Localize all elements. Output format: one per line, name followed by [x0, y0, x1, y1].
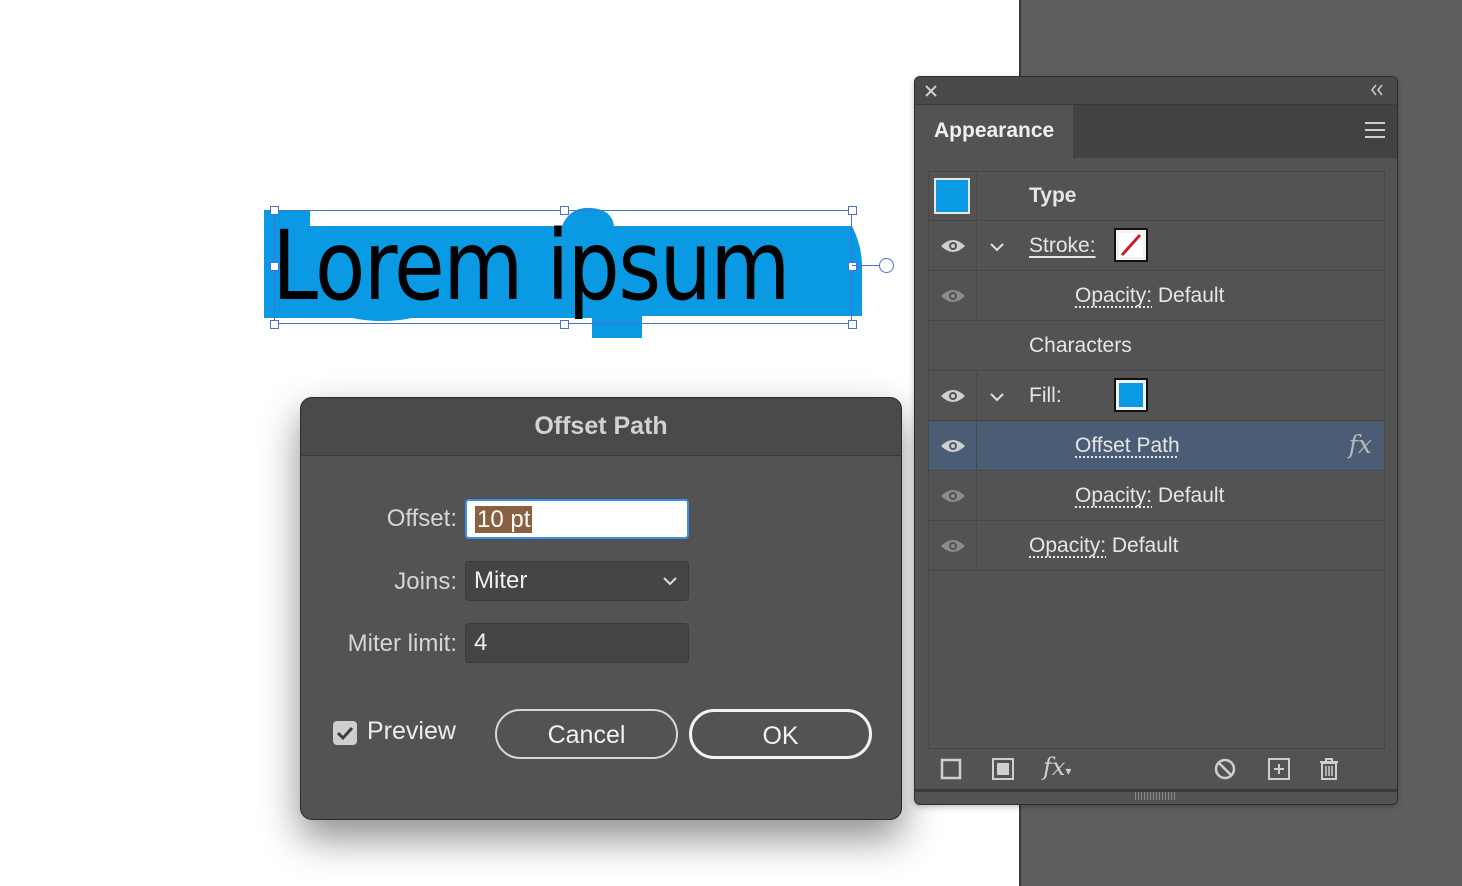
thread-connector-line	[852, 265, 880, 266]
visibility-eye-icon[interactable]	[940, 237, 966, 255]
row-characters-label: Characters	[1029, 334, 1132, 357]
duplicate-item-icon[interactable]	[1267, 757, 1291, 781]
row-fill-opacity[interactable]: Opacity: Default	[929, 472, 1384, 521]
bounding-box	[274, 210, 852, 324]
panel-bottom-toolbar: fx▾	[915, 749, 1397, 793]
add-new-fill-icon[interactable]	[991, 757, 1015, 781]
handle-bottom-right[interactable]	[848, 320, 857, 329]
close-icon[interactable]	[923, 78, 939, 108]
stroke-opacity-link[interactable]: Opacity:	[1075, 284, 1152, 307]
checkmark-icon	[336, 726, 354, 741]
chevron-down-icon[interactable]	[989, 384, 1005, 413]
visibility-eye-icon[interactable]	[940, 537, 966, 555]
text-out-port[interactable]	[879, 258, 894, 273]
offset-label: Offset:	[386, 505, 457, 532]
offset-path-dialog: Offset Path Offset: 10 pt Joins: Miter M…	[300, 397, 902, 820]
chevron-down-icon[interactable]	[989, 234, 1005, 263]
visibility-eye-icon[interactable]	[940, 487, 966, 505]
eye-column	[929, 522, 977, 570]
row-type-label: Type	[1029, 184, 1077, 207]
dialog-titlebar[interactable]: Offset Path	[301, 398, 901, 456]
no-color-slash-icon	[1119, 233, 1143, 257]
tab-appearance[interactable]: Appearance	[915, 105, 1073, 158]
joins-select[interactable]: Miter	[465, 561, 689, 601]
row-offset-path[interactable]: Offset Path fx	[929, 422, 1384, 471]
handle-top-middle[interactable]	[560, 206, 569, 215]
ok-button[interactable]: OK	[689, 709, 872, 759]
stroke-link[interactable]: Stroke:	[1029, 234, 1096, 258]
joins-value: Miter	[474, 567, 528, 594]
row-stroke-label: Stroke:	[1029, 234, 1096, 257]
fx-icon[interactable]: fx	[1349, 430, 1372, 459]
panel-tabbar: Appearance	[915, 105, 1397, 158]
appearance-list: Type Stroke: Opacity: Default Characters…	[928, 171, 1385, 749]
offset-input[interactable]: 10 pt	[465, 499, 689, 539]
stroke-opacity-text: Opacity: Default	[1075, 284, 1224, 308]
panel-topbar[interactable]	[915, 77, 1397, 105]
handle-middle-right[interactable]	[848, 262, 857, 271]
joins-label: Joins:	[394, 568, 457, 595]
add-effect-fx-icon[interactable]: fx▾	[1043, 753, 1071, 781]
opacity-link[interactable]: Opacity:	[1029, 534, 1106, 557]
offset-path-link[interactable]: Offset Path	[1075, 434, 1180, 457]
row-opacity[interactable]: Opacity: Default	[929, 522, 1384, 571]
chevron-down-icon	[662, 562, 678, 613]
type-thumbnail	[934, 178, 970, 214]
eye-column	[929, 422, 977, 470]
cancel-button[interactable]: Cancel	[495, 709, 678, 759]
visibility-eye-icon[interactable]	[940, 437, 966, 455]
offset-value: 10 pt	[475, 506, 533, 533]
stroke-swatch-none[interactable]	[1114, 228, 1148, 262]
visibility-eye-icon[interactable]	[940, 387, 966, 405]
miter-limit-label: Miter limit:	[347, 630, 457, 657]
miter-limit-value: 4	[474, 629, 488, 656]
trash-icon[interactable]	[1317, 757, 1341, 781]
visibility-eye-icon[interactable]	[940, 287, 966, 305]
handle-top-right[interactable]	[848, 206, 857, 215]
fill-opacity-value: Default	[1157, 484, 1225, 507]
row-fill-label: Fill:	[1029, 384, 1062, 407]
row-type[interactable]: Type	[929, 172, 1384, 221]
handle-middle-left[interactable]	[270, 262, 279, 271]
fill-opacity-link[interactable]: Opacity:	[1075, 484, 1152, 507]
resize-grip[interactable]	[1135, 792, 1175, 800]
fill-swatch[interactable]	[1114, 378, 1148, 412]
offset-path-text: Offset Path	[1075, 434, 1180, 458]
handle-bottom-left[interactable]	[270, 320, 279, 329]
row-characters[interactable]: Characters	[929, 322, 1384, 371]
clear-appearance-icon[interactable]	[1213, 757, 1237, 781]
eye-column	[929, 172, 977, 220]
opacity-value: Default	[1111, 534, 1179, 557]
row-stroke[interactable]: Stroke:	[929, 222, 1384, 271]
handle-bottom-middle[interactable]	[560, 320, 569, 329]
preview-checkbox[interactable]	[333, 721, 357, 745]
eye-column	[929, 222, 977, 270]
row-stroke-opacity[interactable]: Opacity: Default	[929, 272, 1384, 321]
appearance-panel: Appearance Type Stroke: Opacity: Default…	[914, 76, 1398, 805]
eye-column	[929, 372, 977, 420]
fill-opacity-text: Opacity: Default	[1075, 484, 1224, 508]
preview-label[interactable]: Preview	[367, 717, 456, 746]
eye-column	[929, 472, 977, 520]
dialog-title: Offset Path	[534, 412, 668, 440]
row-fill[interactable]: Fill:	[929, 372, 1384, 421]
add-new-stroke-icon[interactable]	[939, 757, 963, 781]
eye-column	[929, 272, 977, 320]
miter-limit-input[interactable]: 4	[465, 623, 689, 663]
collapse-panel-icon[interactable]	[1369, 80, 1385, 105]
opacity-text: Opacity: Default	[1029, 534, 1178, 558]
stroke-opacity-value: Default	[1157, 284, 1225, 307]
panel-menu-icon[interactable]	[1365, 117, 1385, 143]
handle-top-left[interactable]	[270, 206, 279, 215]
fill-swatch-color	[1119, 383, 1143, 407]
